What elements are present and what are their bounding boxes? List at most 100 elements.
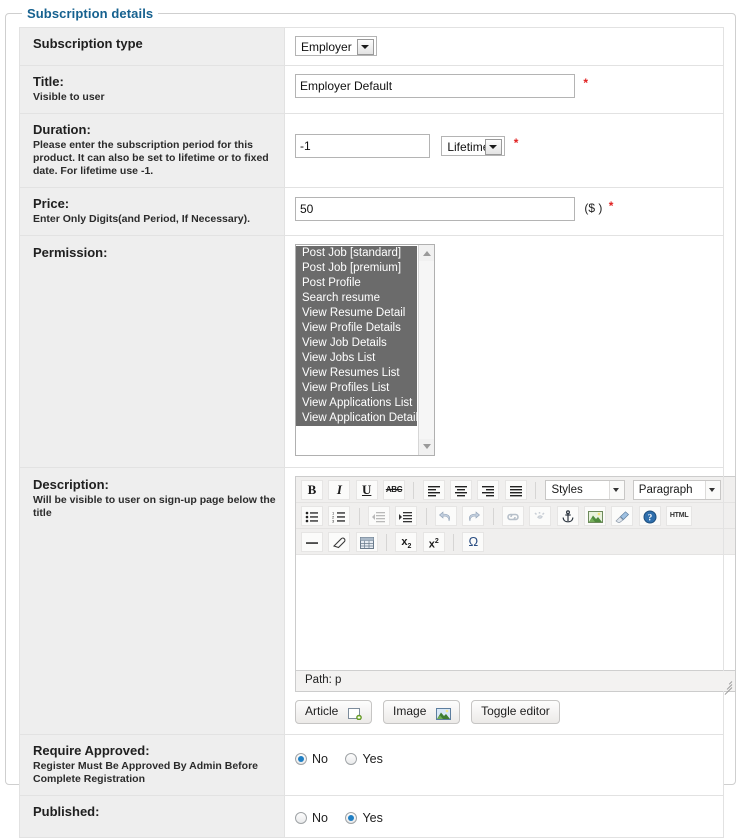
permission-scrollbar[interactable] xyxy=(418,245,434,455)
label-cell-duration: Duration: Please enter the subscription … xyxy=(19,113,285,188)
require-approved-radio-yes[interactable] xyxy=(345,752,358,765)
help-icon[interactable]: ? xyxy=(638,506,661,526)
html-source-icon[interactable]: HTML xyxy=(666,506,693,526)
chevron-down-icon[interactable] xyxy=(357,39,374,55)
toggle-editor-button[interactable]: Toggle editor xyxy=(471,700,560,724)
fieldset-legend: Subscription details xyxy=(22,6,159,21)
strikethrough-icon[interactable]: ABC xyxy=(383,480,406,500)
article-button[interactable]: Article xyxy=(295,700,372,724)
styles-select-value: Styles xyxy=(551,484,583,496)
toolbar-separator xyxy=(425,507,427,525)
align-center-icon[interactable] xyxy=(450,480,473,500)
cleanup-icon[interactable] xyxy=(611,506,634,526)
horizontal-rule-icon[interactable] xyxy=(301,532,323,552)
anchor-icon[interactable] xyxy=(556,506,579,526)
subscription-details-page: Subscription details Subscription type E… xyxy=(0,0,747,838)
row-published: Published: No Yes xyxy=(19,795,724,838)
duration-input[interactable] xyxy=(295,134,430,158)
bold-icon[interactable]: B xyxy=(301,480,323,500)
link-icon[interactable] xyxy=(502,506,525,526)
article-button-label: Article xyxy=(305,704,339,718)
permission-option[interactable]: Post Profile xyxy=(296,276,417,291)
outdent-icon[interactable] xyxy=(368,506,391,526)
label-subscription-type: Subscription type xyxy=(33,36,143,51)
scroll-up-arrow-icon[interactable] xyxy=(419,245,434,261)
title-input[interactable] xyxy=(295,74,575,98)
editor-toolbar-row-2: 123 ? HTML xyxy=(296,503,735,529)
published-label-no: No xyxy=(312,810,328,825)
published-radio-no[interactable] xyxy=(295,811,307,824)
chevron-down-icon[interactable] xyxy=(609,481,625,499)
hint-duration: Please enter the subscription period for… xyxy=(33,139,269,177)
permission-option[interactable]: Post Job [premium] xyxy=(296,261,417,276)
permission-multiselect[interactable]: Post Job [standard] Post Job [premium] Pos… xyxy=(295,244,435,456)
permission-option[interactable]: Search resume xyxy=(296,291,417,306)
underline-icon[interactable]: U xyxy=(355,480,378,500)
subscription-form-table: Subscription type Employer Title: Visibl… xyxy=(19,27,736,838)
row-require-approved: Require Approved: Register Must Be Appro… xyxy=(19,734,724,796)
published-radio-yes[interactable] xyxy=(345,811,358,824)
permission-option[interactable]: View Profiles List xyxy=(296,381,417,396)
require-approved-label-yes: Yes xyxy=(362,751,383,766)
permission-option[interactable]: View Jobs List xyxy=(296,351,417,366)
subscription-type-select[interactable]: Employer xyxy=(295,36,377,56)
indent-icon[interactable] xyxy=(395,506,418,526)
editor-content-area[interactable] xyxy=(296,555,735,671)
format-select[interactable]: Paragraph xyxy=(632,480,721,500)
label-published: Published: xyxy=(33,804,100,819)
remove-format-icon[interactable] xyxy=(328,532,351,552)
redo-icon[interactable] xyxy=(462,506,485,526)
scroll-down-arrow-icon[interactable] xyxy=(419,439,434,455)
image-button[interactable]: Image xyxy=(383,700,460,724)
chevron-down-icon[interactable] xyxy=(704,481,720,499)
permission-option[interactable]: View Job Details xyxy=(296,336,417,351)
styles-select[interactable]: Styles xyxy=(545,480,626,500)
permission-option[interactable]: Post Job [standard] xyxy=(296,246,417,261)
svg-text:?: ? xyxy=(648,512,653,522)
rich-text-editor: B I U ABC Styles Paragraph 1 2 3 ? HTML … xyxy=(295,476,736,695)
superscript-icon[interactable]: x2 xyxy=(422,532,445,552)
svg-text:3: 3 xyxy=(332,518,335,522)
resize-grip-icon[interactable] xyxy=(721,678,733,695)
permission-option[interactable]: View Resumes List xyxy=(296,366,417,381)
permission-option[interactable]: View Applications List xyxy=(296,396,417,411)
field-cell-title: * xyxy=(284,65,724,114)
table-icon[interactable] xyxy=(355,532,378,552)
toolbar-separator xyxy=(492,507,494,525)
image-icon[interactable] xyxy=(584,506,607,526)
require-approved-radio-no[interactable] xyxy=(295,752,307,765)
field-cell-duration: Lifetime * xyxy=(284,113,724,188)
permission-option[interactable]: View Application Details xyxy=(296,411,417,426)
bullet-list-icon[interactable] xyxy=(301,506,323,526)
published-radio-group: No Yes xyxy=(295,806,717,825)
row-permission: Permission: Post Job [standard] Post Job … xyxy=(19,235,724,468)
field-cell-subscription-type: Employer xyxy=(284,27,724,66)
chevron-down-icon[interactable] xyxy=(485,139,503,155)
align-right-icon[interactable] xyxy=(477,480,500,500)
permission-option[interactable]: View Profile Details xyxy=(296,321,417,336)
row-subscription-type: Subscription type Employer xyxy=(19,27,724,66)
field-cell-permission: Post Job [standard] Post Job [premium] Pos… xyxy=(284,235,724,468)
field-cell-published: No Yes xyxy=(284,795,724,838)
align-justify-icon[interactable] xyxy=(504,480,527,500)
duration-unit-select[interactable]: Lifetime xyxy=(441,136,506,156)
editor-path: Path: p xyxy=(305,674,342,686)
align-left-icon[interactable] xyxy=(422,480,445,500)
undo-icon[interactable] xyxy=(435,506,458,526)
field-cell-require-approved: No Yes xyxy=(284,734,724,796)
price-input[interactable] xyxy=(295,197,575,221)
permission-option[interactable]: View Resume Detail xyxy=(296,306,417,321)
hint-require-approved: Register Must Be Approved By Admin Befor… xyxy=(33,760,259,785)
label-require-approved: Require Approved: xyxy=(33,743,150,758)
special-char-icon[interactable]: Ω xyxy=(462,532,485,552)
published-label-yes: Yes xyxy=(362,810,383,825)
unlink-icon[interactable] xyxy=(529,506,552,526)
permission-option-list: Post Job [standard] Post Job [premium] Pos… xyxy=(296,246,417,426)
editor-toolbar-row-1: B I U ABC Styles Paragraph xyxy=(296,477,735,503)
subscription-details-fieldset: Subscription details Subscription type E… xyxy=(5,6,736,838)
format-select-value: Paragraph xyxy=(638,484,693,496)
numbered-list-icon[interactable]: 123 xyxy=(328,506,351,526)
image-button-label: Image xyxy=(393,704,427,718)
italic-icon[interactable]: I xyxy=(328,480,351,500)
subscript-icon[interactable]: x2 xyxy=(395,532,418,552)
